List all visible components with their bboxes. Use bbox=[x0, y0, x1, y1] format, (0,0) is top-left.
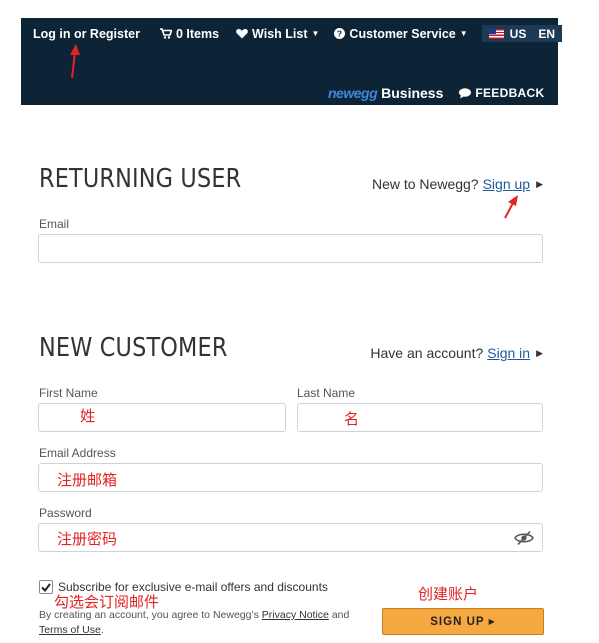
question-icon: ? bbox=[334, 28, 346, 39]
last-name-field[interactable] bbox=[297, 403, 543, 432]
customer-service-menu[interactable]: ? Customer Service ▼ bbox=[334, 26, 468, 41]
us-flag-icon bbox=[488, 28, 504, 39]
chevron-right-icon: ▶ bbox=[536, 347, 543, 358]
signup-link[interactable]: Sign up bbox=[483, 176, 530, 192]
first-name-field[interactable] bbox=[38, 403, 286, 432]
checkmark-icon bbox=[41, 582, 51, 592]
annotation-first-name: 姓 bbox=[80, 407, 96, 425]
returning-user-heading: RETURNING USER bbox=[39, 164, 242, 194]
email-label: Email bbox=[39, 217, 70, 231]
customer-service-label: Customer Service bbox=[349, 26, 456, 41]
cart-icon bbox=[159, 28, 172, 39]
email-address-label: Email Address bbox=[39, 446, 116, 460]
top-nav-bar: Log in or Register 0 Items Wish List ▼ ?… bbox=[21, 18, 562, 105]
cart-label: 0 Items bbox=[175, 26, 220, 41]
signin-link[interactable]: Sign in bbox=[487, 345, 530, 361]
country-language-selector[interactable]: US EN bbox=[481, 25, 562, 42]
first-name-label: First Name bbox=[39, 386, 98, 400]
eye-slash-icon[interactable] bbox=[514, 530, 534, 546]
country-code: US bbox=[509, 26, 527, 41]
sign-up-button[interactable]: SIGN UP ▶ bbox=[382, 608, 544, 635]
svg-text:?: ? bbox=[337, 29, 342, 39]
terms-and: and bbox=[331, 609, 350, 621]
login-register-link[interactable]: Log in or Register bbox=[33, 27, 140, 41]
returning-email-field[interactable] bbox=[38, 234, 543, 263]
feedback-link[interactable]: FEEDBACK bbox=[459, 86, 544, 100]
chevron-down-icon: ▼ bbox=[311, 29, 320, 38]
business-label[interactable]: Business bbox=[381, 85, 443, 101]
brand-row: newegg Business FEEDBACK bbox=[328, 85, 544, 101]
password-label: Password bbox=[39, 506, 92, 520]
chevron-right-icon: ▶ bbox=[488, 617, 496, 626]
newegg-logo[interactable]: newegg bbox=[328, 85, 378, 101]
cart-link[interactable]: 0 Items bbox=[159, 26, 220, 41]
terms-of-use-link[interactable]: Terms of Use bbox=[39, 624, 101, 636]
annotation-create-account: 创建账户 bbox=[418, 585, 479, 603]
terms-suffix: . bbox=[100, 624, 104, 636]
speech-bubble-icon bbox=[459, 87, 472, 98]
signin-prompt: Have an account? Sign in ▶ bbox=[370, 345, 543, 361]
new-customer-heading: NEW CUSTOMER bbox=[39, 333, 228, 363]
terms-prefix: By creating an account, you agree to New… bbox=[39, 609, 259, 621]
annotation-email: 注册邮箱 bbox=[57, 471, 118, 489]
annotation-password: 注册密码 bbox=[57, 530, 118, 548]
annotation-arrow-icon bbox=[504, 195, 518, 219]
subscribe-checkbox[interactable] bbox=[39, 580, 53, 594]
feedback-label: FEEDBACK bbox=[475, 86, 545, 100]
chevron-down-icon: ▼ bbox=[459, 29, 468, 38]
signup-prompt: New to Newegg? Sign up ▶ bbox=[372, 176, 543, 192]
annotation-arrow-icon bbox=[70, 44, 80, 79]
language-code: EN bbox=[538, 26, 555, 41]
heart-icon bbox=[236, 29, 248, 39]
wishlist-label: Wish List bbox=[252, 26, 308, 41]
top-nav: Log in or Register 0 Items Wish List ▼ ?… bbox=[33, 25, 562, 42]
sign-up-button-label: SIGN UP bbox=[430, 615, 485, 628]
terms-text: By creating an account, you agree to New… bbox=[39, 608, 379, 638]
new-to-newegg-text: New to Newegg? bbox=[371, 176, 479, 192]
wishlist-menu[interactable]: Wish List ▼ bbox=[236, 27, 319, 41]
last-name-label: Last Name bbox=[297, 386, 356, 400]
privacy-notice-link[interactable]: Privacy Notice bbox=[262, 609, 329, 621]
chevron-right-icon: ▶ bbox=[536, 178, 543, 189]
annotation-last-name: 名 bbox=[344, 410, 360, 428]
have-account-text: Have an account? bbox=[370, 345, 484, 361]
